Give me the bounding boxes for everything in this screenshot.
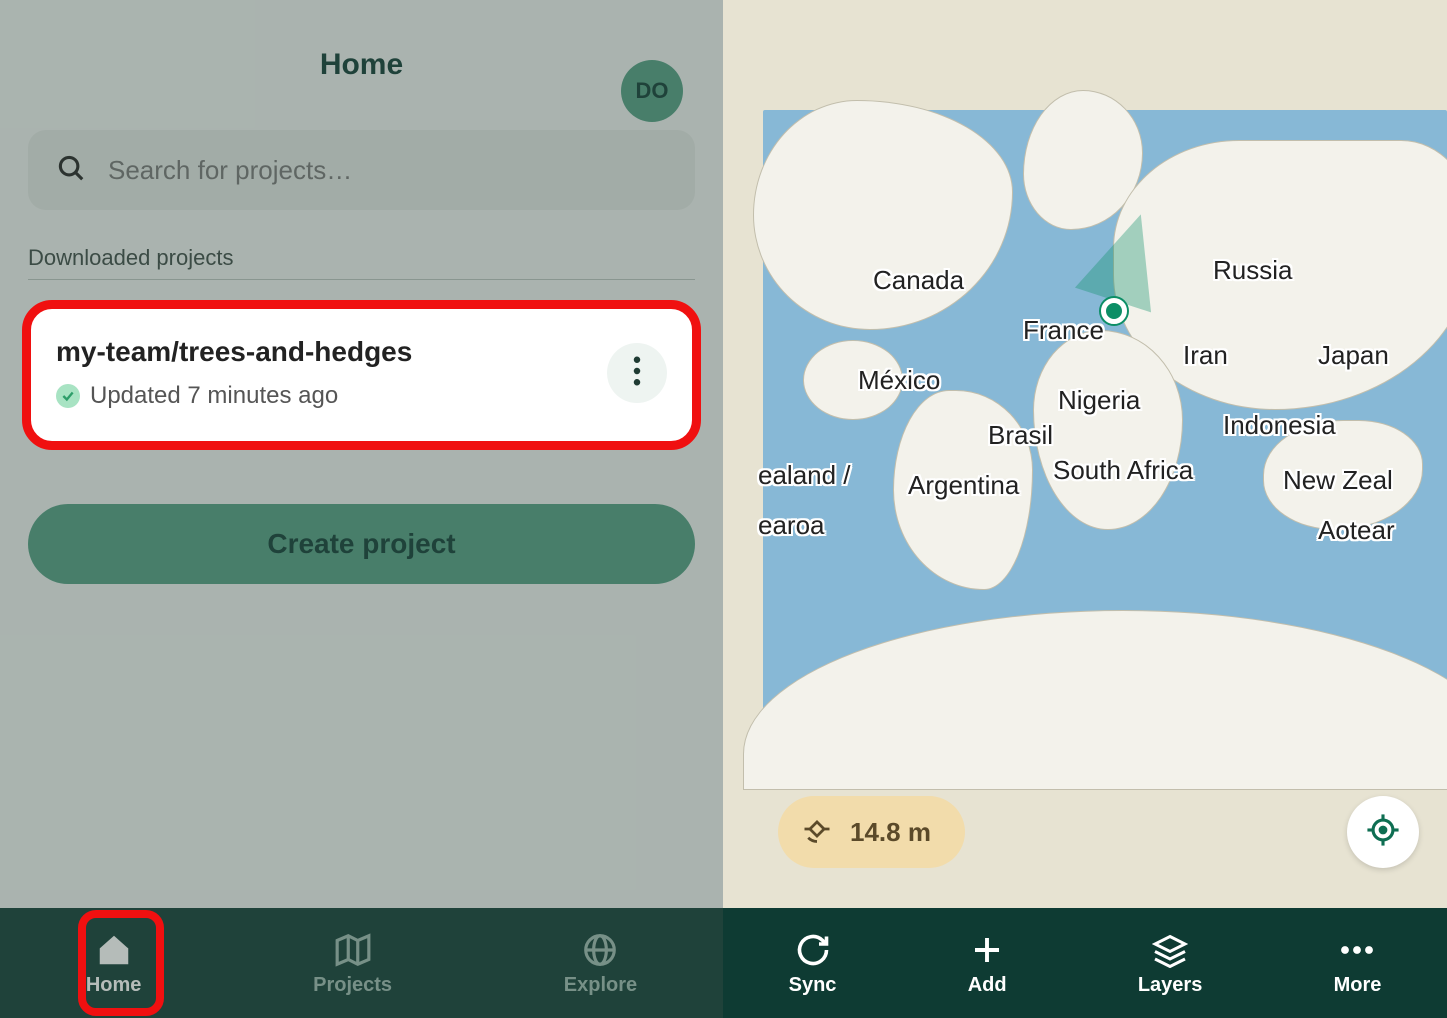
project-status: Updated 7 minutes ago — [90, 382, 338, 410]
nav-label: Add — [968, 974, 1007, 997]
map-label: Aotear — [1318, 515, 1395, 546]
project-card-highlight-wrap: my-team/trees-and-hedges Updated 7 minut… — [28, 306, 695, 444]
project-menu-button[interactable] — [607, 343, 667, 403]
nav-layers[interactable]: Layers — [1138, 930, 1203, 997]
header: Home DO — [0, 0, 723, 130]
kebab-icon — [633, 356, 641, 391]
location-marker — [1101, 298, 1127, 324]
sync-icon — [795, 930, 831, 970]
bottom-nav-right: Sync Add Layers More — [723, 908, 1447, 1018]
nav-label: Projects — [313, 974, 392, 997]
satellite-icon — [802, 814, 832, 851]
nav-label: Layers — [1138, 974, 1203, 997]
map-label: ealand / — [758, 460, 851, 491]
project-info: my-team/trees-and-hedges Updated 7 minut… — [56, 336, 412, 410]
search-bar[interactable] — [28, 130, 695, 210]
map-label: Canada — [873, 265, 964, 296]
nav-home[interactable]: Home — [86, 930, 142, 997]
map-label: Russia — [1213, 255, 1292, 286]
map-label: earoa — [758, 510, 825, 541]
nav-label: Sync — [789, 974, 837, 997]
nav-add[interactable]: Add — [968, 930, 1007, 997]
map-label: South Africa — [1053, 455, 1193, 486]
map-label: Iran — [1183, 340, 1228, 371]
section-label: Downloaded projects — [28, 245, 695, 271]
nav-sync[interactable]: Sync — [789, 930, 837, 997]
plus-icon — [969, 930, 1005, 970]
nav-projects[interactable]: Projects — [313, 930, 392, 997]
divider — [28, 279, 695, 280]
home-icon — [94, 930, 134, 970]
project-status-row: Updated 7 minutes ago — [56, 382, 412, 410]
globe-icon — [580, 930, 620, 970]
map-icon — [332, 930, 374, 970]
crosshair-icon — [1366, 813, 1400, 852]
create-project-button[interactable]: Create project — [28, 504, 695, 584]
map-canvas[interactable]: Canada Russia France México Iran Japan Nigeria… — [763, 110, 1447, 778]
bottom-nav-left: Home Projects Explore — [0, 908, 723, 1018]
nav-explore[interactable]: Explore — [564, 930, 637, 997]
map-pane: Canada Russia France México Iran Japan Nigeria… — [723, 0, 1447, 1018]
map-label: Brasil — [988, 420, 1053, 451]
nav-label: More — [1334, 974, 1382, 997]
dots-icon — [1339, 930, 1375, 970]
nav-label: Home — [86, 974, 142, 997]
search-icon — [56, 153, 86, 188]
project-name: my-team/trees-and-hedges — [56, 336, 412, 368]
page-title: Home — [320, 48, 403, 82]
map-label: New Zeal — [1283, 465, 1393, 496]
layers-icon — [1152, 930, 1188, 970]
map-label: México — [858, 365, 940, 396]
map-label: Japan — [1318, 340, 1389, 371]
gps-accuracy-pill[interactable]: 14.8 m — [778, 796, 965, 868]
map-label: France — [1023, 315, 1104, 346]
project-card[interactable]: my-team/trees-and-hedges Updated 7 minut… — [28, 306, 695, 444]
nav-label: Explore — [564, 974, 637, 997]
map-label: Nigeria — [1058, 385, 1140, 416]
nav-more[interactable]: More — [1334, 930, 1382, 997]
map-label: Indonesia — [1223, 410, 1336, 441]
home-pane: Home DO Downloaded projects my-team/tree… — [0, 0, 723, 1018]
recenter-button[interactable] — [1347, 796, 1419, 868]
map-label: Argentina — [908, 470, 1019, 501]
search-input[interactable] — [108, 155, 667, 186]
gps-accuracy-value: 14.8 m — [850, 817, 931, 848]
check-icon — [56, 384, 80, 408]
avatar[interactable]: DO — [621, 60, 683, 122]
